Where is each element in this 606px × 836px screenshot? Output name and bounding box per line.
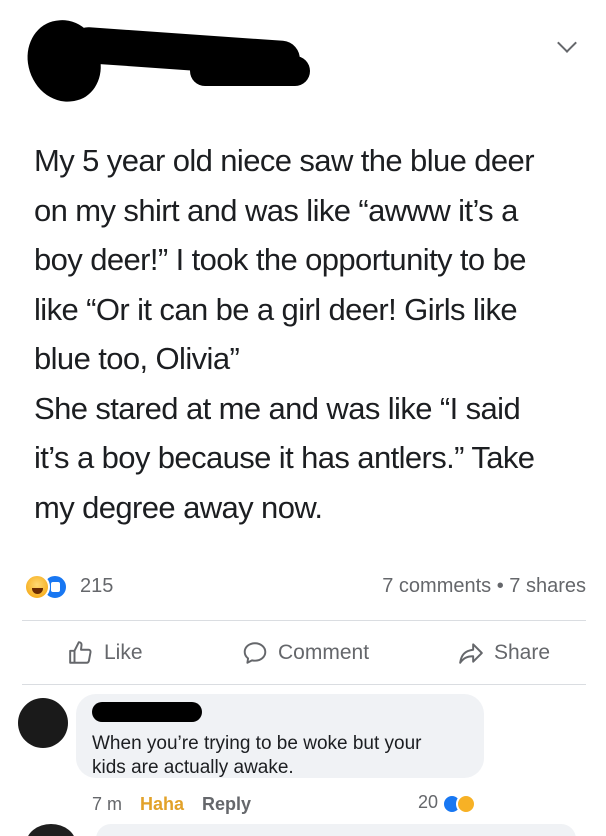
- comment-bubble[interactable]: When you’re trying to be woke but your k…: [76, 694, 484, 778]
- haha-reaction-icon: [24, 574, 50, 600]
- comment-reply-button[interactable]: Reply: [202, 794, 251, 815]
- share-arrow-icon: [459, 643, 483, 664]
- like-button[interactable]: Like: [68, 638, 143, 668]
- redacted-author-name-extra: [190, 56, 310, 86]
- comment-icon: [243, 642, 267, 664]
- divider: [22, 684, 586, 685]
- comment-haha-button[interactable]: Haha: [140, 794, 184, 815]
- reaction-count[interactable]: 215: [80, 575, 113, 598]
- divider: [22, 620, 586, 621]
- comment-item: When you’re trying to be woke but your k…: [0, 690, 606, 836]
- post-paragraph-2: She stared at me and was like “I said it…: [34, 390, 535, 525]
- like-label: Like: [104, 641, 143, 664]
- comments-shares-count[interactable]: 7 comments • 7 shares: [382, 575, 586, 598]
- comment-reaction-count[interactable]: 20: [418, 792, 438, 813]
- comment-button[interactable]: Comment: [242, 638, 369, 668]
- share-label: Share: [494, 641, 551, 664]
- redacted-commenter-name: [92, 702, 202, 722]
- commenter-avatar[interactable]: [18, 698, 68, 748]
- comment-label: Comment: [278, 641, 370, 664]
- haha-reaction-icon: [456, 794, 476, 814]
- next-comment-bubble[interactable]: [96, 824, 576, 836]
- share-button[interactable]: Share: [458, 638, 550, 668]
- comment-meta: 7 m Haha Reply: [92, 794, 251, 815]
- thumbs-up-icon: [69, 641, 92, 664]
- reactions-summary[interactable]: 215 7 comments • 7 shares: [22, 572, 592, 602]
- chevron-down-icon[interactable]: [557, 33, 577, 53]
- post-header: [0, 0, 606, 120]
- post-paragraph-1: My 5 year old niece saw the blue deer on…: [34, 143, 535, 376]
- post-actions: Like Comment Share: [22, 630, 586, 676]
- comment-time: 7 m: [92, 794, 123, 814]
- comment-text: When you’re trying to be woke but your k…: [92, 733, 422, 778]
- post-body: My 5 year old niece saw the blue deer on…: [34, 136, 584, 532]
